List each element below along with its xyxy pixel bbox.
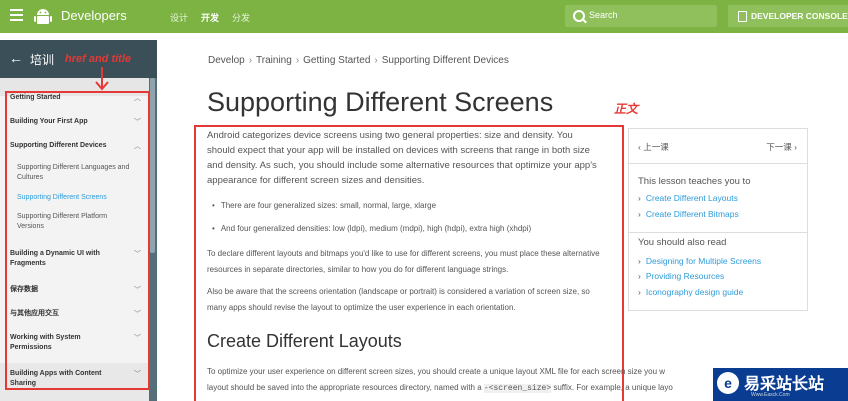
brand-title[interactable]: Developers [61, 8, 127, 23]
breadcrumb-different-devices[interactable]: Supporting Different Devices [382, 55, 509, 66]
lesson-panel: ‹ 上一课 下一课 › This lesson teaches you to C… [628, 128, 808, 233]
paragraph-orientation: Also be aware that the screens orientati… [207, 287, 590, 312]
paragraph-declare-resources: To declare different layouts and bitmaps… [207, 249, 600, 274]
back-arrow-icon[interactable]: ← [9, 50, 23, 66]
heading-create-layouts: Create Different Layouts [207, 331, 402, 351]
prev-lesson-link[interactable]: ‹ 上一课 [638, 141, 669, 153]
link-create-layouts[interactable]: Create Different Layouts [638, 193, 738, 203]
tab-design[interactable]: 设计 [170, 11, 188, 24]
watermark-logo: e 易采站长站 Www.Easck.Com [713, 368, 848, 401]
developer-console-button[interactable]: DEVELOPER CONSOLE [728, 5, 848, 27]
sidebar-scrollbar[interactable] [150, 78, 155, 253]
watermark-text: 易采站长站 [744, 374, 825, 393]
breadcrumb: Develop › Training › Getting Started › Support… [208, 55, 509, 66]
link-iconography-guide[interactable]: Iconography design guide [638, 287, 743, 297]
link-create-bitmaps[interactable]: Create Different Bitmaps [638, 209, 739, 219]
annotation-arrow-icon [95, 67, 109, 91]
android-logo-icon[interactable] [33, 6, 53, 26]
next-lesson-link[interactable]: 下一课 › [766, 141, 797, 153]
paragraph-layouts-line2: layout should be saved into the appropri… [207, 383, 673, 393]
bullet-sizes: There are four generalized sizes: small,… [212, 201, 436, 210]
watermark-url: Www.Easck.Com [751, 392, 790, 398]
search-box[interactable]: Search [565, 5, 717, 27]
console-label: DEVELOPER CONSOLE [751, 11, 848, 21]
tab-develop[interactable]: 开发 [201, 11, 219, 24]
link-designing-multiple-screens[interactable]: Designing for Multiple Screens [638, 256, 761, 266]
sidebar-title: 培训 [30, 53, 55, 67]
breadcrumb-training[interactable]: Training [256, 55, 292, 66]
inline-code: -<screen_size> [483, 384, 552, 393]
also-read-heading: You should also read [638, 237, 727, 248]
link-providing-resources[interactable]: Providing Resources [638, 271, 724, 281]
menu-icon[interactable] [10, 9, 23, 23]
breadcrumb-getting-started[interactable]: Getting Started [303, 55, 370, 66]
bullet-densities: And four generalized densities: low (ldp… [212, 224, 531, 233]
watermark-icon: e [717, 372, 739, 394]
breadcrumb-develop[interactable]: Develop [208, 55, 245, 66]
annotation-main-text: 正文 [614, 102, 639, 116]
intro-paragraph: Android categorizes device screens using… [207, 130, 597, 186]
annotation-href-title: href and title [65, 53, 132, 65]
page-title: Supporting Different Screens [207, 87, 554, 117]
teaches-heading: This lesson teaches you to [638, 176, 751, 187]
top-app-bar: Developers 设计 开发 分发 Search DEVELOPER CON… [0, 0, 848, 33]
search-placeholder: Search [589, 10, 618, 20]
console-icon [738, 11, 747, 22]
also-read-panel: You should also read Designing for Multi… [628, 231, 808, 311]
paragraph-layouts-line1: To optimize your user experience on diff… [207, 367, 666, 376]
tab-distribute[interactable]: 分发 [232, 11, 250, 24]
annotation-box-sidebar [5, 91, 150, 390]
